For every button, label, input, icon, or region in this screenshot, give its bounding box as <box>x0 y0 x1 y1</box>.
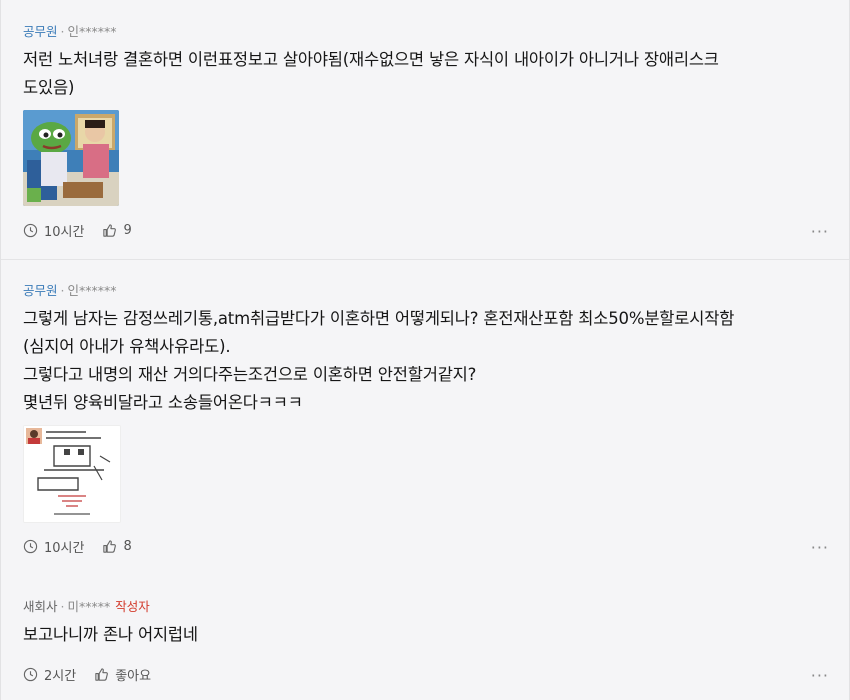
comment-actions: 10시간 8 <box>23 537 150 556</box>
like-count: 9 <box>123 223 132 238</box>
meta-separator: · <box>60 599 65 614</box>
username: 미***** <box>67 599 111 614</box>
timestamp: 2시간 <box>23 665 76 684</box>
comment-meta: 새회사 · 미***** 작성자 <box>23 596 150 615</box>
comment-body: 그렇게 남자는 감정쓰레기통,atm취급받다가 이혼하면 어떻게되나? 혼전재산… <box>23 305 734 417</box>
timestamp: 10시간 <box>23 221 84 240</box>
company-name[interactable]: 공무원 <box>23 283 58 298</box>
comment-line: 그렇다고 내명의 재산 거의다주는조건으로 이혼하면 안전할거같지? <box>23 365 477 384</box>
company-name[interactable]: 공무원 <box>23 24 58 39</box>
comment-line: 그렇게 남자는 감정쓰레기통,atm취급받다가 이혼하면 어떻게되나? 혼전재산… <box>23 309 735 328</box>
thumbs-up-icon <box>95 668 109 681</box>
time-label: 10시간 <box>44 541 85 556</box>
comment-line: 몇년뒤 양육비달라고 소송들어온다ㅋㅋㅋ <box>23 393 303 412</box>
like-button[interactable]: 8 <box>102 539 132 554</box>
like-count: 8 <box>123 539 132 554</box>
clock-icon <box>23 223 38 238</box>
like-button[interactable]: 9 <box>102 223 132 238</box>
thumbs-up-icon <box>103 540 117 553</box>
more-options-button[interactable]: ··· <box>811 666 829 685</box>
timestamp: 10시간 <box>23 537 84 556</box>
username: 인****** <box>67 283 117 298</box>
comment-feed: 공무원 · 인****** 저런 노처녀랑 결혼하면 이런표정보고 살아야됨(재수없… <box>0 0 850 700</box>
clock-icon <box>23 539 38 554</box>
comment-line: 도있음) <box>23 78 75 97</box>
comment-image[interactable] <box>23 110 119 206</box>
comment-meta: 공무원 · 인****** <box>23 280 117 299</box>
comment-meta: 공무원 · 인****** <box>23 21 117 40</box>
clock-icon <box>23 667 38 682</box>
comment-line: 저런 노처녀랑 결혼하면 이런표정보고 살아야됨(재수없으면 낳은 자식이 내아… <box>23 50 719 69</box>
comment-line: (심지어 아내가 유책사유라도). <box>23 337 231 356</box>
time-label: 10시간 <box>44 225 85 240</box>
comment-actions: 10시간 9 <box>23 221 150 240</box>
meta-separator: · <box>60 283 65 298</box>
like-button[interactable]: 좋아요 <box>94 665 151 684</box>
like-label: 좋아요 <box>115 669 152 684</box>
comment-image[interactable] <box>23 425 121 523</box>
comment-line: 보고나니까 존나 어지럽네 <box>23 625 198 644</box>
comment-body: 저런 노처녀랑 결혼하면 이런표정보고 살아야됨(재수없으면 낳은 자식이 내아… <box>23 46 719 102</box>
author-badge: 작성자 <box>115 599 150 614</box>
company-name[interactable]: 새회사 <box>23 599 58 614</box>
meta-separator: · <box>60 24 65 39</box>
more-options-button[interactable]: ··· <box>811 538 829 557</box>
comment-body: 보고나니까 존나 어지럽네 <box>23 621 198 649</box>
username: 인****** <box>67 24 117 39</box>
thumbs-up-icon <box>103 224 117 237</box>
time-label: 2시간 <box>44 669 77 684</box>
more-options-button[interactable]: ··· <box>811 222 829 241</box>
comment-actions: 2시간 좋아요 <box>23 665 169 684</box>
